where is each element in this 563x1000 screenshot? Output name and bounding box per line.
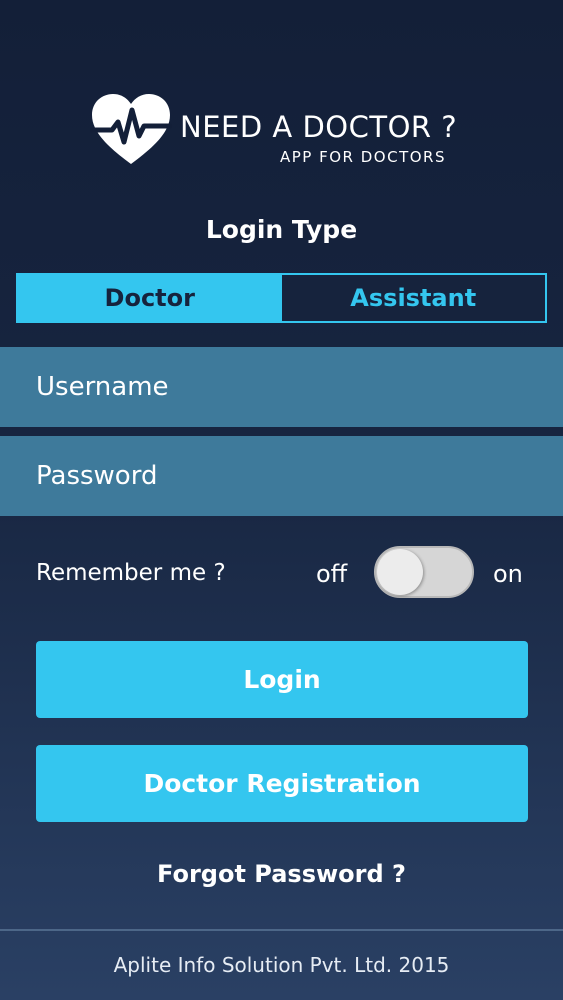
toggle-on-label: on (493, 560, 523, 588)
login-type-label: Login Type (205, 215, 358, 244)
app-logo: NEED A DOCTOR ? APP FOR DOCTORS (90, 92, 490, 172)
toggle-knob (377, 549, 423, 595)
tab-assistant[interactable]: Assistant (281, 275, 545, 321)
username-field[interactable] (0, 347, 563, 427)
login-button[interactable]: Login (36, 641, 528, 718)
tab-doctor[interactable]: Doctor (18, 275, 282, 321)
password-field[interactable] (0, 436, 563, 516)
forgot-password-link[interactable]: Forgot Password ? (0, 860, 563, 888)
password-field-container (0, 436, 563, 516)
username-field-container (0, 347, 563, 427)
footer-text: Aplite Info Solution Pvt. Ltd. 2015 (113, 953, 450, 977)
doctor-registration-button[interactable]: Doctor Registration (36, 745, 528, 822)
heart-pulse-icon (90, 94, 172, 164)
footer-divider (0, 929, 563, 931)
login-type-selector: Doctor Assistant (16, 273, 547, 323)
toggle-off-label: off (316, 560, 348, 588)
remember-me-label: Remember me ? (36, 560, 226, 586)
app-title: NEED A DOCTOR ? (180, 110, 458, 144)
app-subtitle: APP FOR DOCTORS (280, 148, 446, 166)
remember-me-toggle[interactable] (374, 546, 474, 598)
